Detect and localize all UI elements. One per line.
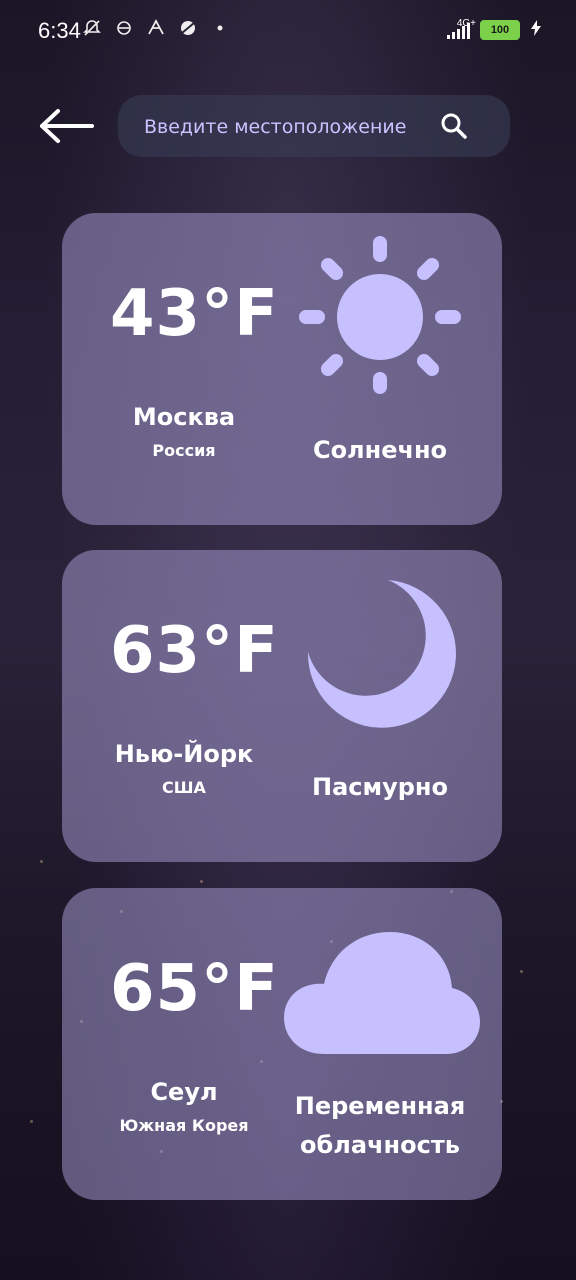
mute-notification-icon	[82, 18, 102, 38]
moon-icon	[302, 574, 462, 738]
weather-condition: Солнечно	[312, 436, 448, 464]
charging-icon	[530, 20, 542, 40]
weather-condition: Переменная облачность	[294, 1092, 466, 1159]
status-time: 6:34	[38, 18, 81, 43]
signal-icon	[447, 21, 470, 39]
weather-card[interactable]: 65°F Сеул Южная Корея Переменная облачно…	[62, 888, 502, 1200]
weather-condition: Пасмурно	[311, 773, 449, 801]
country-name: Южная Корея	[119, 1116, 249, 1135]
planet-icon	[178, 18, 198, 38]
weather-card[interactable]: 43°F Москва Россия Солнечно	[62, 213, 502, 525]
country-name: США	[162, 778, 206, 797]
search-input[interactable]	[142, 95, 446, 159]
battery-icon: 100	[480, 20, 520, 40]
temperature: 63°F	[110, 614, 279, 688]
sync-icon	[114, 18, 134, 38]
weather-card[interactable]: 63°F Нью-Йорк США Пасмурно	[62, 550, 502, 862]
search-bar	[118, 95, 510, 159]
search-icon[interactable]	[440, 112, 468, 140]
temperature: 43°F	[110, 277, 279, 351]
app-notification-icon	[146, 18, 166, 38]
city-name: Москва	[132, 403, 236, 431]
country-name: Россия	[152, 441, 216, 460]
cloud-icon	[282, 930, 482, 1062]
city-name: Сеул	[150, 1078, 218, 1106]
city-name: Нью-Йорк	[114, 740, 254, 768]
status-bar: 6:34 4G+ 100	[0, 0, 576, 64]
sun-icon	[298, 233, 462, 401]
back-button[interactable]	[38, 104, 94, 148]
temperature: 65°F	[110, 952, 279, 1026]
more-notifications-dot	[210, 18, 230, 38]
arrow-left-icon	[40, 109, 94, 143]
